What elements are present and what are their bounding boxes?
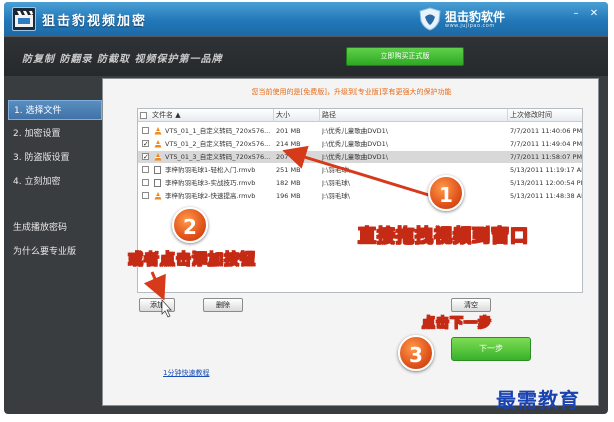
brand-url: www.jujipao.com (445, 23, 495, 29)
file-icon (154, 166, 161, 174)
cell-modified: 5/13/2011 11:19:17 AM (510, 166, 583, 174)
clear-button[interactable]: 清空 (451, 298, 491, 312)
file-icon (154, 179, 161, 187)
cell-modified: 7/7/2011 11:58:07 PM (510, 153, 583, 161)
file-table[interactable]: 文件名 ▲ 大小 路径 上次修改时间 VTS_01_1_自定义转码_720x57… (137, 108, 583, 293)
table-row[interactable]: ✓ VTS_01_3_自定义转码_720x576... 207 MB J:\优秀… (138, 151, 583, 163)
app-window: 狙击豹视频加密 狙击豹软件 www.jujipao.com – ✕ 防复制 防翻… (4, 2, 608, 414)
row-checkbox[interactable] (142, 192, 149, 199)
sidebar-item-select-files[interactable]: 1. 选择文件 (8, 100, 102, 120)
upgrade-notice: 您当前使用的是[免费版]，升级到[专业版]享有更强大的保护功能 (251, 88, 452, 96)
table-row[interactable]: 李梓豹羽毛球1-轻松入门.rmvb 251 MB J:\羽毛球\ 5/13/20… (138, 164, 583, 176)
main-panel: 您当前使用的是[免费版]，升级到[专业版]享有更强大的保护功能 文件名 ▲ 大小… (102, 78, 599, 406)
vlc-icon (154, 153, 162, 161)
generate-password-link[interactable]: 生成播放密码 (13, 220, 67, 233)
cell-size: 182 MB (276, 179, 301, 187)
delete-button[interactable]: 删除 (203, 298, 243, 312)
table-row[interactable]: VTS_01_1_自定义转码_720x576... 201 MB J:\优秀儿童… (138, 125, 583, 137)
row-checkbox[interactable] (142, 127, 149, 134)
row-checkbox[interactable] (142, 179, 149, 186)
next-step-button[interactable]: 下一步 (451, 337, 531, 361)
cell-filename: VTS_01_1_自定义转码_720x576... (165, 127, 271, 135)
table-row[interactable]: 李梓豹羽毛球2-快速提高.rmvb 196 MB J:\羽毛球\ 5/13/20… (138, 190, 583, 202)
close-button[interactable]: ✕ (588, 8, 600, 20)
title-bar: 狙击豹视频加密 狙击豹软件 www.jujipao.com – ✕ (4, 2, 608, 36)
table-row[interactable]: ✓ VTS_01_2_自定义转码_720x576... 214 MB J:\优秀… (138, 138, 583, 150)
film-clapper-icon (12, 7, 36, 31)
cell-path: J:\羽毛球\ (322, 179, 350, 187)
cell-size: 251 MB (276, 166, 301, 174)
cell-modified: 7/7/2011 11:40:06 PM (510, 127, 583, 135)
select-all-checkbox[interactable] (140, 112, 147, 119)
cell-size: 214 MB (276, 140, 301, 148)
banner-slogan: 防复制 防翻录 防截取 视频保护第一品牌 (22, 54, 223, 65)
cell-size: 201 MB (276, 127, 301, 135)
cell-filename: 李梓豹羽毛球2-快速提高.rmvb (165, 192, 256, 200)
table-row[interactable]: 李梓豹羽毛球3-实战技巧.rmvb 182 MB J:\羽毛球\ 5/13/20… (138, 177, 583, 189)
app-title: 狙击豹视频加密 (42, 14, 148, 29)
vlc-icon (154, 192, 162, 200)
minimize-button[interactable]: – (570, 8, 582, 20)
row-checkbox[interactable] (142, 166, 149, 173)
column-header-modified[interactable]: 上次修改时间 (508, 109, 582, 122)
cell-path: J:\优秀儿童歌曲DVD1\ (322, 140, 388, 148)
cell-filename: VTS_01_3_自定义转码_720x576... (165, 153, 271, 161)
add-button[interactable]: 添加 (139, 298, 175, 312)
vlc-icon (154, 140, 162, 148)
cell-modified: 7/7/2011 11:49:04 PM (510, 140, 583, 148)
cell-path: J:\优秀儿童歌曲DVD1\ (322, 153, 388, 161)
cell-filename: 李梓豹羽毛球3-实战技巧.rmvb (165, 179, 256, 187)
sidebar: 1. 选择文件 2. 加密设置 3. 防盗版设置 4. 立刻加密 生成播放密码 … (4, 100, 102, 400)
why-pro-link[interactable]: 为什么要专业版 (13, 244, 76, 257)
sidebar-item-encryption-settings[interactable]: 2. 加密设置 (8, 124, 102, 144)
cell-path: J:\羽毛球\ (322, 192, 350, 200)
cell-size: 196 MB (276, 192, 301, 200)
brand: 狙击豹软件 www.jujipao.com (419, 7, 539, 31)
vlc-icon (154, 127, 162, 135)
cell-path: J:\优秀儿童歌曲DVD1\ (322, 127, 388, 135)
banner: 防复制 防翻录 防截取 视频保护第一品牌 立即购买正式版 (4, 36, 608, 76)
cell-size: 207 MB (276, 153, 301, 161)
cell-modified: 5/13/2011 12:00:54 PM (510, 179, 583, 187)
column-header-filename[interactable]: 文件名 ▲ (150, 109, 274, 122)
row-checkbox[interactable]: ✓ (142, 153, 149, 161)
column-header-size[interactable]: 大小 (274, 109, 320, 122)
quick-tutorial-link[interactable]: 1分钟快速教程 (163, 368, 209, 378)
buy-full-version-button[interactable]: 立即购买正式版 (346, 47, 464, 66)
cell-filename: 李梓豹羽毛球1-轻松入门.rmvb (165, 166, 256, 174)
sidebar-item-encrypt-now[interactable]: 4. 立刻加密 (8, 172, 102, 192)
column-header-path[interactable]: 路径 (320, 109, 508, 122)
cell-filename: VTS_01_2_自定义转码_720x576... (165, 140, 271, 148)
row-checkbox[interactable]: ✓ (142, 140, 149, 148)
table-header: 文件名 ▲ 大小 路径 上次修改时间 (138, 109, 582, 122)
shield-logo-icon (419, 7, 441, 31)
sidebar-item-anti-piracy-settings[interactable]: 3. 防盗版设置 (8, 148, 102, 168)
cell-path: J:\羽毛球\ (322, 166, 350, 174)
cell-modified: 5/13/2011 11:48:38 AM (510, 192, 583, 200)
